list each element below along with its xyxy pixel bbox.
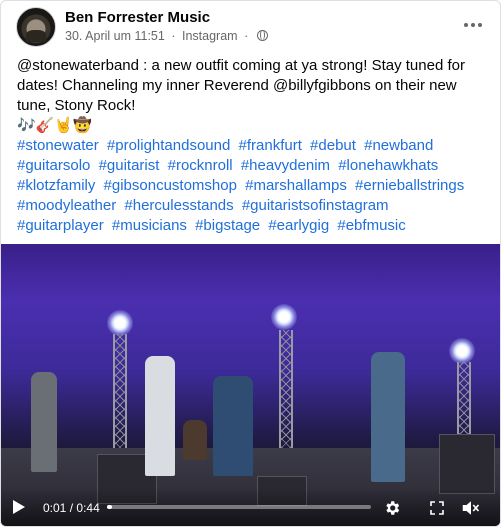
singer <box>145 356 175 476</box>
video-player[interactable]: 0:01 / 0:44 <box>1 244 500 526</box>
stage-light <box>271 304 297 330</box>
more-options-button[interactable] <box>464 15 482 35</box>
bassist <box>371 352 405 482</box>
more-dot <box>471 23 475 27</box>
hashtag-link[interactable]: #heavydenim <box>241 157 330 174</box>
hashtag-link[interactable]: #guitaristsofinstagram <box>242 197 389 214</box>
play-icon[interactable] <box>13 500 25 514</box>
hashtag-link[interactable]: #marshallamps <box>245 177 347 194</box>
hashtag-link[interactable]: #musicians <box>112 217 187 234</box>
video-controls: 0:01 / 0:44 <box>1 488 500 526</box>
speaker-muted-icon[interactable] <box>461 499 481 517</box>
hashtag-link[interactable]: #guitarist <box>99 157 160 174</box>
guitarist-center <box>213 376 253 476</box>
stage-light <box>107 310 133 336</box>
hashtag-link[interactable]: #lonehawkhats <box>338 157 438 174</box>
hashtag-link[interactable]: #stonewater <box>17 137 99 154</box>
hashtag-link[interactable]: #frankfurt <box>239 137 302 154</box>
more-horizontal-icon <box>464 23 468 27</box>
progress-fill <box>107 505 113 509</box>
post-caption: @stonewaterband : a new outfit coming at… <box>17 57 465 114</box>
page-name[interactable]: Ben Forrester Music <box>65 9 210 26</box>
progress-bar[interactable] <box>107 505 371 509</box>
hashtag-link[interactable]: #debut <box>310 137 356 154</box>
duration: 0:44 <box>76 501 100 515</box>
post-source: Instagram <box>181 29 238 43</box>
expand-icon[interactable] <box>429 500 445 516</box>
post-date[interactable]: 30. April um 11:51 <box>65 29 165 43</box>
time-separator: / <box>69 501 74 515</box>
hashtag-link[interactable]: #moodyleather <box>17 197 116 214</box>
gear-icon[interactable] <box>383 499 401 517</box>
post-emojis: 🎶🎸🤘🤠 <box>17 117 92 134</box>
avatar[interactable] <box>16 7 56 47</box>
current-time: 0:01 <box>43 501 67 515</box>
hashtag-link[interactable]: #newband <box>364 137 433 154</box>
hashtag-list: #stonewater #prolightandsound #frankfurt… <box>17 136 487 236</box>
amp <box>439 434 495 494</box>
post-card: Ben Forrester Music 30. April um 11:51 ·… <box>0 0 501 527</box>
video-time: 0:01 / 0:44 <box>43 501 100 515</box>
hashtag-link[interactable]: #earlygig <box>268 217 329 234</box>
meta-separator: · <box>171 29 176 43</box>
stage-light <box>449 338 475 364</box>
hashtag-link[interactable]: #gibsoncustomshop <box>104 177 237 194</box>
post-text: @stonewaterband : a new outfit coming at… <box>17 56 487 236</box>
hashtag-link[interactable]: #bigstage <box>195 217 260 234</box>
hashtag-link[interactable]: #klotzfamily <box>17 177 95 194</box>
hashtag-link[interactable]: #rocknroll <box>168 157 233 174</box>
hashtag-link[interactable]: #guitarplayer <box>17 217 104 234</box>
drummer <box>183 420 207 460</box>
guitarist-left <box>31 372 57 472</box>
hashtag-link[interactable]: #ebfmusic <box>337 217 405 234</box>
hashtag-link[interactable]: #prolightandsound <box>107 137 230 154</box>
globe-icon <box>256 30 268 41</box>
more-dot <box>478 23 482 27</box>
hashtag-link[interactable]: #ernieballstrings <box>355 177 464 194</box>
hashtag-link[interactable]: #guitarsolo <box>17 157 90 174</box>
meta-separator-2: · <box>244 29 249 43</box>
post-meta: 30. April um 11:51 · Instagram · <box>65 29 268 43</box>
hashtag-link[interactable]: #herculesstands <box>124 197 233 214</box>
